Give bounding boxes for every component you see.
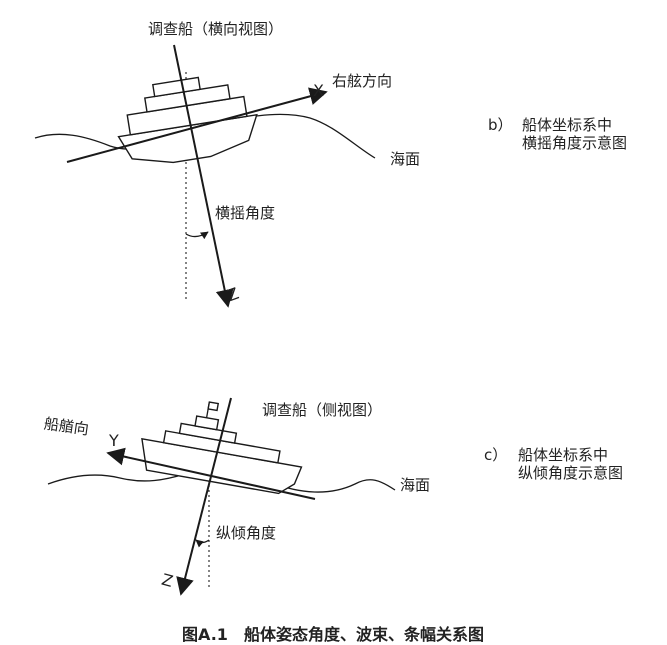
panel-c-pitch-angle-label: 纵倾角度 xyxy=(216,524,276,542)
figure-canvas: 调查船（横向视图） X 右舷方向 Z 横摇角度 海面 b） 船体坐标系中 横摇角… xyxy=(34,20,627,644)
panel-c-caption-line1: 船体坐标系中 xyxy=(518,446,608,464)
panel-b-roll-angle-label: 横摇角度 xyxy=(215,204,275,222)
panel-c-pitch-diagram: 调查船（侧视图） Y 船艏向 Z 纵倾角度 海面 c） 船体坐标系中 纵倾角度示… xyxy=(43,397,623,596)
panel-c-sea-label: 海面 xyxy=(400,476,430,494)
panel-b-caption-line1: 船体坐标系中 xyxy=(522,116,612,134)
panel-b-sea-label: 海面 xyxy=(390,150,420,168)
panel-b-ship-hull-front-view xyxy=(117,76,258,164)
panel-b-z-axis xyxy=(173,44,234,308)
panel-b-roll-diagram: 调查船（横向视图） X 右舷方向 Z 横摇角度 海面 b） 船体坐标系中 横摇角… xyxy=(34,20,627,308)
panel-c-caption-line2: 纵倾角度示意图 xyxy=(518,464,623,482)
panel-b-caption-line2: 横摇角度示意图 xyxy=(522,134,627,152)
panel-b-x-direction-label: 右舷方向 xyxy=(332,72,392,90)
panel-c-y-axis-label: Y xyxy=(108,431,119,450)
panel-c-y-direction-label: 船艏向 xyxy=(43,414,90,438)
panel-b-x-axis-label: X xyxy=(313,81,324,100)
panel-c-z-axis-label: Z xyxy=(160,570,176,591)
panel-b-title: 调查船（横向视图） xyxy=(148,20,283,38)
panel-c-title: 调查船（侧视图） xyxy=(262,401,382,419)
panel-c-caption-letter: c） xyxy=(484,446,507,464)
panel-c-pitch-angle-arc xyxy=(195,539,210,548)
panel-b-caption-letter: b） xyxy=(488,116,513,134)
figure-caption: 图A.1 船体姿态角度、波束、条幅关系图 xyxy=(182,625,484,644)
panel-b-roll-angle-arc xyxy=(185,231,209,240)
